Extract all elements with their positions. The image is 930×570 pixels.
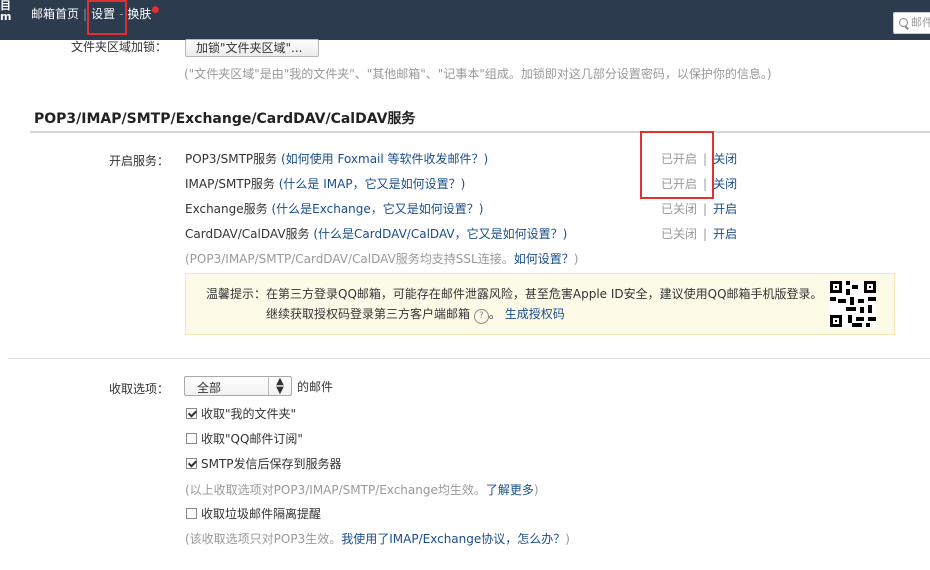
receive-options-label: 收取选项： — [109, 382, 170, 396]
receive-scope-select[interactable]: 全部 ▲ ▼ — [184, 376, 292, 396]
folder-lock-hint: ("文件夹区域"是由"我的文件夹"、"其他邮箱"、"记事本"组成。加锁即对这几部… — [184, 67, 772, 81]
highlight-service-states — [640, 131, 714, 199]
nav-change-skin[interactable]: 换肤 — [127, 7, 151, 21]
receive-suffix: 的邮件 — [297, 380, 334, 394]
service-toggle-link[interactable]: 开启 — [713, 227, 737, 241]
folder-lock-label: 文件夹区域加锁： — [71, 40, 168, 54]
section-divider — [30, 131, 930, 133]
service-help-link[interactable]: (什么是 IMAP，它又是如何设置？) — [279, 177, 466, 191]
search-icon — [899, 18, 908, 27]
service-toggle-link[interactable]: 关闭 — [713, 177, 737, 191]
top-navigation-bar: 目 m 邮箱首页|设置-换肤● 邮件 — [0, 0, 930, 40]
chevron-up-down-icon: ▲ ▼ — [268, 377, 291, 396]
ssl-howto-link[interactable]: 如何设置？ — [514, 252, 574, 266]
generate-auth-code-link[interactable]: 生成授权码 — [505, 307, 565, 321]
receive-note-2: (该收取选项只对POP3生效。我使用了IMAP/Exchange协议，怎么办？) — [185, 532, 570, 546]
nav-mail-home[interactable]: 邮箱首页 — [31, 7, 79, 21]
checkbox-label: 收取"QQ邮件订阅" — [201, 432, 303, 446]
checkbox-label: 收取垃圾邮件隔离提醒 — [201, 507, 322, 521]
service-toggle-link[interactable]: 关闭 — [713, 152, 737, 166]
receive-note-1: (以上收取选项对POP3/IMAP/SMTP/Exchange均生效。了解更多) — [185, 483, 539, 497]
tip-line-1: 温馨提示：在第三方登录QQ邮箱，可能存在邮件泄露风险，甚至危害Apple ID安… — [206, 287, 823, 301]
service-help-link[interactable]: (什么是CardDAV/CalDAV，它又是如何设置？) — [313, 227, 567, 241]
help-icon[interactable]: ? — [473, 309, 489, 324]
service-help-link[interactable]: (什么是Exchange，它又是如何设置？) — [271, 202, 483, 216]
service-name: Exchange服务 — [185, 202, 268, 216]
new-indicator-dot: ● — [151, 5, 160, 15]
checkbox-qq-subscription[interactable] — [186, 433, 197, 444]
checkbox-my-folders[interactable] — [186, 408, 197, 419]
checkbox-spam-alert[interactable] — [186, 508, 197, 519]
service-help-link[interactable]: (如何使用 Foxmail 等软件收发邮件？) — [281, 152, 488, 166]
section-divider-2 — [8, 358, 930, 359]
services-label: 开启服务： — [109, 154, 170, 168]
imap-exchange-help-link[interactable]: 我使用了IMAP/Exchange协议，怎么办？ — [341, 532, 565, 546]
section-title: POP3/IMAP/SMTP/Exchange/CardDAV/CalDAV服务 — [34, 111, 416, 127]
settings-content: 文件夹区域加锁： 加锁"文件夹区域"... ("文件夹区域"是由"我的文件夹"、… — [8, 39, 930, 570]
checkbox-label: 收取"我的文件夹" — [201, 407, 297, 421]
service-name: POP3/SMTP服务 — [185, 152, 278, 166]
ssl-note: (POP3/IMAP/SMTP/CardDAV/CalDAV服务均支持SSL连接… — [185, 252, 579, 266]
search-input[interactable]: 邮件 — [893, 12, 930, 34]
tip-line-2: 继续获取授权码登录第三方客户端邮箱 ?。 生成授权码 — [266, 305, 565, 324]
service-state: 已关闭 — [661, 227, 698, 241]
security-tip-box: 温馨提示：在第三方登录QQ邮箱，可能存在邮件泄露风险，甚至危害Apple ID安… — [185, 273, 895, 335]
service-name: CardDAV/CalDAV服务 — [185, 227, 310, 241]
brand-logo: 目 m — [0, 0, 12, 23]
folder-lock-button[interactable]: 加锁"文件夹区域"... — [185, 39, 319, 57]
highlight-settings — [87, 0, 127, 35]
qr-code-icon — [830, 281, 876, 327]
checkbox-smtp-save[interactable] — [186, 458, 197, 469]
service-toggle-link[interactable]: 开启 — [713, 202, 737, 216]
checkbox-label: SMTP发信后保存到服务器 — [201, 457, 342, 471]
service-name: IMAP/SMTP服务 — [185, 177, 275, 191]
service-state: 已关闭 — [661, 202, 698, 216]
learn-more-link[interactable]: 了解更多 — [486, 483, 534, 497]
